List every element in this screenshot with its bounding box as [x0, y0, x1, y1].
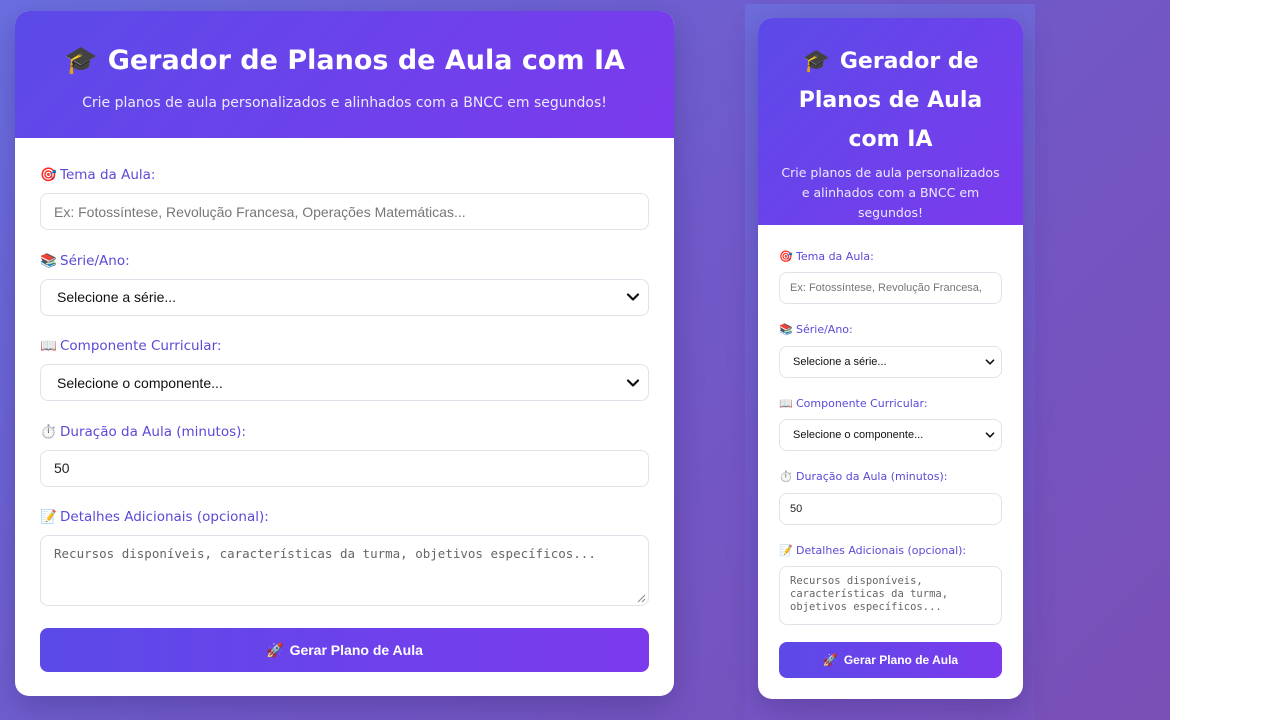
generate-plan-button[interactable]: 🚀 Gerar Plano de Aula [40, 628, 649, 672]
chevron-down-icon [626, 293, 640, 301]
serie-label: 📚 Série/Ano: [40, 252, 130, 269]
duracao-label: ⏱️ Duração da Aula (minutos): [40, 423, 246, 440]
tema-label: 🎯 Tema da Aula: [779, 249, 874, 263]
page-subtitle: Crie planos de aula personalizados e ali… [781, 165, 1000, 220]
serie-select[interactable]: Selecione a série... [779, 345, 1002, 378]
serie-label: 📚 Série/Ano: [779, 323, 853, 336]
target-icon: 🎯 [779, 249, 793, 263]
componente-select[interactable]: Selecione o componente... [40, 364, 649, 401]
serie-select[interactable]: Selecione a série... [40, 278, 649, 316]
generate-plan-button[interactable]: 🚀 Gerar Plano de Aula [779, 642, 1002, 678]
chevron-down-icon [985, 432, 995, 438]
graduation-cap-icon: 🎓 [802, 49, 830, 74]
duracao-label: ⏱️ Duração da Aula (minutos): [779, 470, 948, 483]
detalhes-textarea[interactable]: Recursos disponíveis, características da… [40, 535, 649, 606]
componente-group: 📖 Componente Curricular: Selecione o comp… [779, 396, 1002, 470]
page-title: 🎓 Gerador de Planos de Aula com IA [776, 42, 1005, 159]
tema-group: 🎯 Tema da Aula: Ex: Fotossíntese, Revoluç… [40, 167, 649, 253]
serie-group: 📚 Série/Ano: Selecione a série... [779, 323, 1002, 397]
duracao-group: ⏱️ Duração da Aula (minutos): 50 [40, 424, 649, 510]
resize-grip-icon[interactable] [637, 594, 646, 603]
rocket-icon: 🚀 [266, 641, 284, 658]
chevron-down-icon [985, 358, 995, 365]
stopwatch-icon: ⏱️ [779, 470, 793, 483]
serie-group: 📚 Série/Ano: Selecione a série... [40, 253, 649, 339]
rocket-icon: 🚀 [822, 653, 838, 667]
graduation-cap-icon: 🎓 [64, 45, 98, 76]
duracao-group: ⏱️ Duração da Aula (minutos): 50 [779, 470, 1002, 544]
duracao-input[interactable]: 50 [779, 492, 1002, 525]
memo-icon: 📝 [779, 543, 793, 557]
lesson-plan-card-mobile: 🎓 Gerador de Planos de Aula com IA Crie p… [758, 18, 1023, 699]
tema-group: 🎯 Tema da Aula: Ex: Fotossíntese, Revoluç… [779, 249, 1002, 323]
form: 🎯 Tema da Aula: Ex: Fotossíntese, Revoluç… [15, 138, 674, 672]
open-book-icon: 📖 [40, 338, 57, 354]
chevron-down-icon [626, 378, 640, 387]
componente-label: 📖 Componente Curricular: [40, 338, 222, 354]
page-subtitle: Crie planos de aula personalizados e ali… [82, 95, 607, 111]
memo-icon: 📝 [40, 509, 57, 525]
page-title: 🎓 Gerador de Planos de Aula com IA [15, 43, 674, 79]
detalhes-textarea[interactable]: Recursos disponíveis, características da… [779, 566, 1002, 625]
card-header: 🎓 Gerador de Planos de Aula com IA Crie p… [15, 11, 674, 138]
duracao-input[interactable]: 50 [40, 449, 649, 487]
detalhes-group: 📝 Detalhes Adicionais (opcional): Recurso… [779, 543, 1002, 625]
books-icon: 📚 [40, 252, 57, 269]
detalhes-group: 📝 Detalhes Adicionais (opcional): Recurso… [40, 509, 649, 606]
tema-input[interactable]: Ex: Fotossíntese, Revolução Francesa, [779, 272, 1002, 304]
detalhes-label: 📝 Detalhes Adicionais (opcional): [40, 509, 269, 525]
componente-group: 📖 Componente Curricular: Selecione o comp… [40, 338, 649, 424]
detalhes-label: 📝 Detalhes Adicionais (opcional): [779, 543, 967, 557]
componente-select[interactable]: Selecione o componente... [779, 419, 1002, 451]
open-book-icon: 📖 [779, 396, 793, 410]
lesson-plan-card-desktop: 🎓 Gerador de Planos de Aula com IA Crie p… [15, 11, 674, 696]
form: 🎯 Tema da Aula: Ex: Fotossíntese, Revoluç… [758, 225, 1023, 678]
tema-input[interactable]: Ex: Fotossíntese, Revolução Francesa, Op… [40, 193, 649, 230]
card-header: 🎓 Gerador de Planos de Aula com IA Crie p… [758, 18, 1023, 225]
target-icon: 🎯 [40, 167, 57, 183]
books-icon: 📚 [779, 323, 793, 336]
componente-label: 📖 Componente Curricular: [779, 396, 928, 410]
stopwatch-icon: ⏱️ [40, 423, 57, 440]
tema-label: 🎯 Tema da Aula: [40, 167, 156, 183]
